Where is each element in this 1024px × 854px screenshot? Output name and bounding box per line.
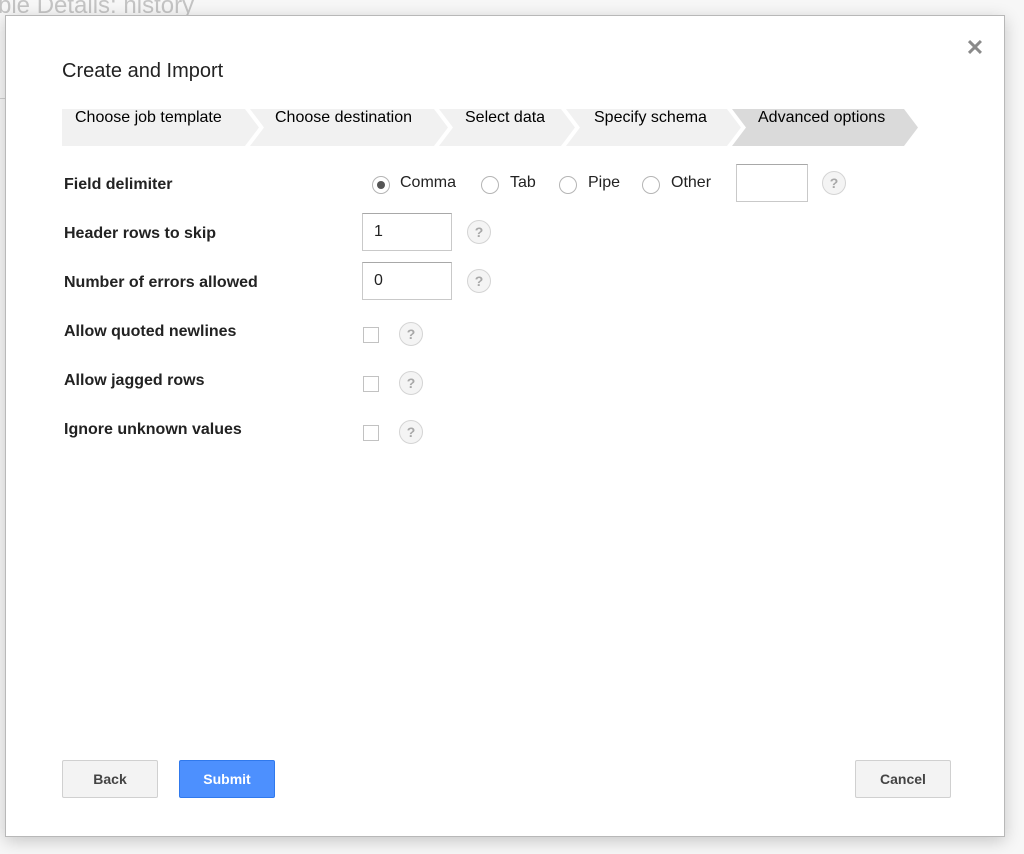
dialog-title: Create and Import [62, 60, 224, 82]
errors-allowed-help-icon[interactable]: ? [467, 269, 491, 293]
jagged-rows-help-icon[interactable]: ? [399, 371, 423, 395]
step-choose-destination[interactable]: Choose destination [275, 109, 412, 127]
errors-allowed-input[interactable] [362, 262, 452, 300]
delimiter-pipe-radio[interactable] [559, 176, 577, 194]
close-icon[interactable]: ✕ [963, 36, 987, 60]
jagged-rows-label: Allow jagged rows [64, 372, 205, 389]
delimiter-other-input[interactable] [736, 164, 808, 202]
field-delimiter-help-icon[interactable]: ? [822, 171, 846, 195]
step-select-data[interactable]: Select data [465, 109, 545, 127]
wizard-steps: Choose job template Choose destination S… [62, 109, 942, 146]
header-rows-input[interactable] [362, 213, 452, 251]
ignore-unknown-label: Ignore unknown values [64, 421, 242, 438]
delimiter-comma-label: Comma [400, 174, 457, 191]
delimiter-other-radio[interactable] [642, 176, 660, 194]
ignore-unknown-checkbox[interactable] [363, 425, 379, 441]
delimiter-pipe-label: Pipe [588, 174, 621, 191]
step-specify-schema[interactable]: Specify schema [594, 109, 707, 127]
create-import-dialog: ✕ Create and Import Choose job template … [5, 15, 1005, 837]
jagged-rows-checkbox[interactable] [363, 376, 379, 392]
field-delimiter-label: Field delimiter [64, 176, 173, 193]
back-button[interactable]: Back [62, 760, 158, 798]
header-rows-label: Header rows to skip [64, 225, 217, 242]
ignore-unknown-help-icon[interactable]: ? [399, 420, 423, 444]
delimiter-tab-label: Tab [510, 174, 536, 191]
cancel-button[interactable]: Cancel [855, 760, 951, 798]
step-advanced-options[interactable]: Advanced options [758, 109, 885, 127]
step-choose-job-template[interactable]: Choose job template [75, 109, 222, 127]
delimiter-comma-radio[interactable] [372, 176, 390, 194]
quoted-newlines-label: Allow quoted newlines [64, 323, 237, 340]
quoted-newlines-help-icon[interactable]: ? [399, 322, 423, 346]
delimiter-tab-radio[interactable] [481, 176, 499, 194]
delimiter-other-label: Other [671, 174, 712, 191]
header-rows-help-icon[interactable]: ? [467, 220, 491, 244]
quoted-newlines-checkbox[interactable] [363, 327, 379, 343]
errors-allowed-label: Number of errors allowed [64, 274, 258, 291]
submit-button[interactable]: Submit [179, 760, 275, 798]
